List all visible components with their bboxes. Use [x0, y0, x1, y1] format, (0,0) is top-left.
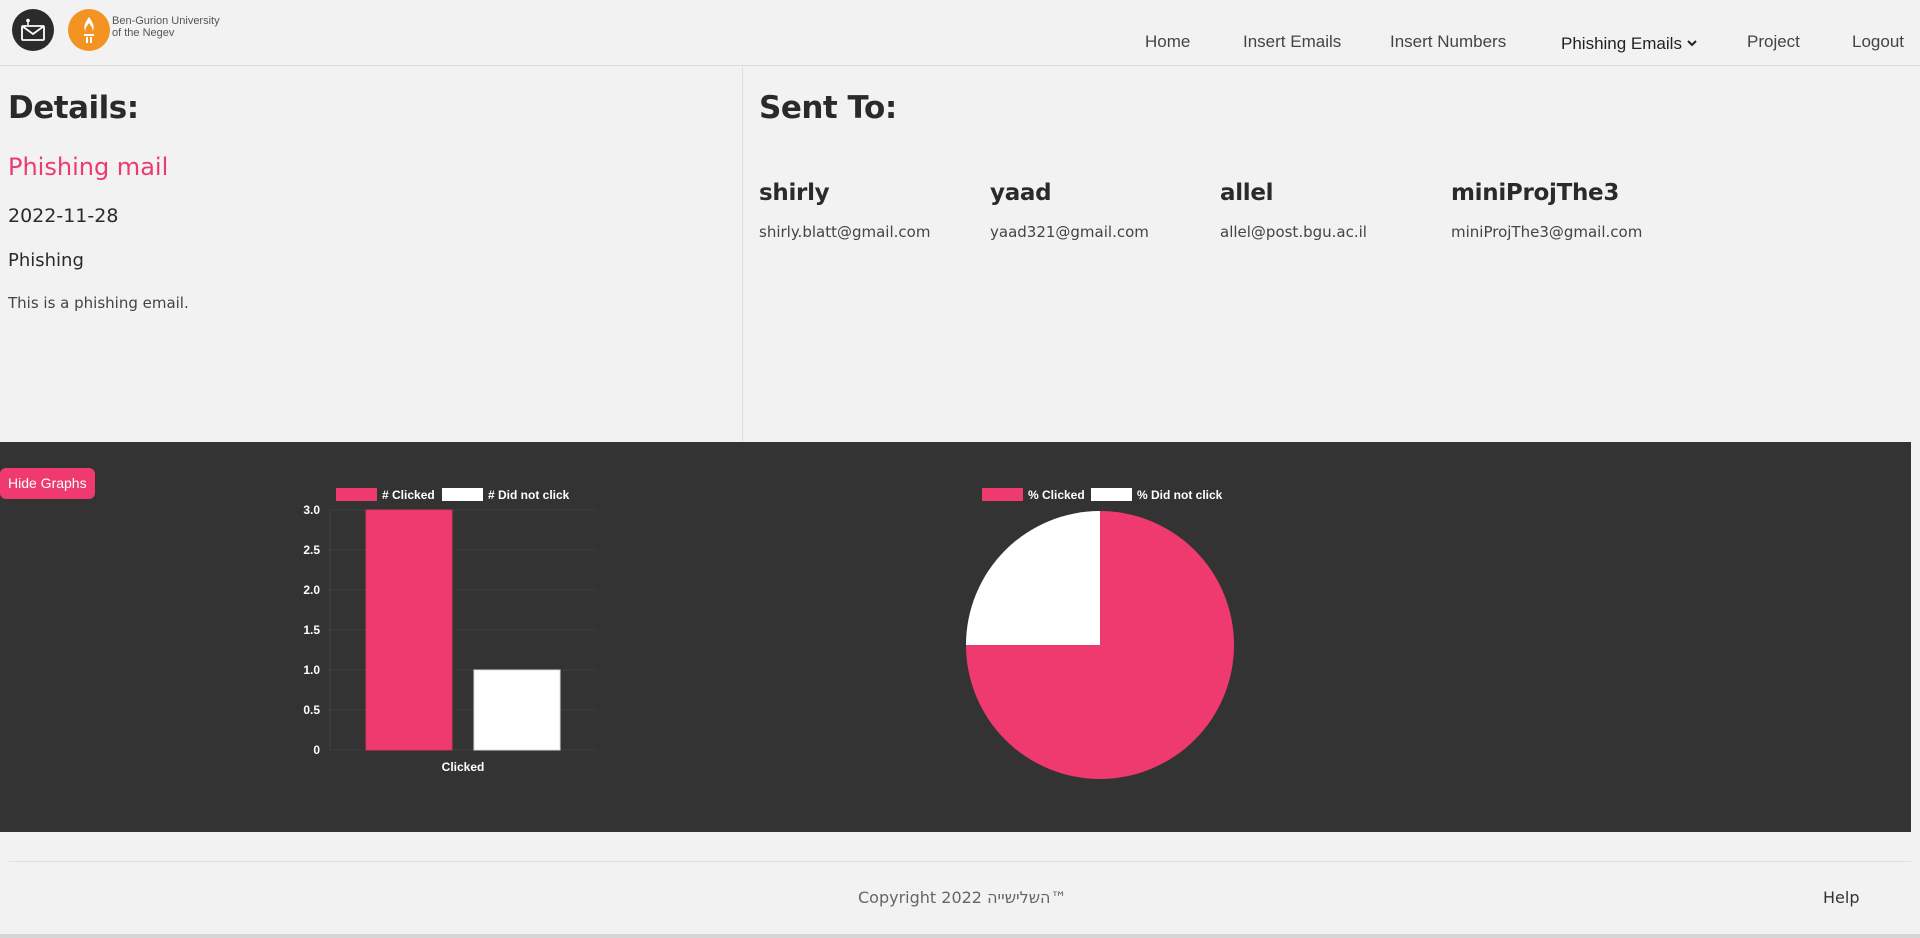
recipient-card: yaad yaad321@gmail.com [990, 180, 1210, 241]
nav-phishing-emails[interactable]: Phishing Emails [1561, 32, 1697, 54]
copyright-text: Copyright 2022 השלישייה™ [858, 888, 1067, 907]
panel-divider [742, 67, 743, 442]
footer-divider [9, 861, 1911, 862]
recipient-name: miniProjThe3 [1451, 180, 1620, 206]
mail-date: 2022-11-28 [8, 205, 119, 227]
bottom-scrollbar[interactable] [0, 934, 1920, 938]
nav-insert-emails[interactable]: Insert Emails [1243, 32, 1341, 52]
mail-type: Phishing [8, 250, 84, 271]
y-tick-label: 2.0 [303, 583, 320, 597]
recipient-email: miniProjThe3@gmail.com [1451, 223, 1643, 241]
recipient-email: allel@post.bgu.ac.il [1220, 223, 1367, 241]
top-navbar: Ben-Gurion University of the Negev Home … [0, 0, 1920, 66]
recipient-name: shirly [759, 180, 830, 206]
mail-description: This is a phishing email. [8, 294, 189, 312]
legend-label: # Did not click [488, 488, 570, 502]
y-tick-label: 1.5 [303, 623, 320, 637]
clicked-pie-chart: % Clicked % Did not click [966, 488, 1234, 779]
recipient-name: yaad [990, 180, 1052, 206]
bar-did-not-click[interactable] [473, 669, 561, 751]
y-tick-label: 0.5 [303, 703, 320, 717]
nav-home[interactable]: Home [1145, 32, 1190, 52]
pie-slice-did-not-click[interactable] [966, 511, 1100, 645]
recipient-card: allel allel@post.bgu.ac.il [1220, 180, 1440, 241]
nav-logout[interactable]: Logout [1852, 32, 1904, 52]
nav-phishing-emails-label: Phishing Emails [1561, 34, 1682, 53]
recipient-card: shirly shirly.blatt@gmail.com [759, 180, 979, 241]
x-tick-label: Clicked [442, 760, 485, 774]
clicked-bar-chart: # Clicked # Did not click 3.0 2.5 2.0 1.5 1.0 0… [303, 488, 596, 774]
legend-swatch[interactable] [982, 488, 1023, 501]
recipient-email: yaad321@gmail.com [990, 223, 1149, 241]
legend-label: % Did not click [1137, 488, 1223, 502]
y-tick-label: 0 [313, 743, 320, 757]
legend-swatch[interactable] [336, 488, 377, 501]
university-name-line1: Ben-Gurion University [112, 15, 220, 27]
legend-label: % Clicked [1028, 488, 1085, 502]
details-heading: Details: [8, 90, 139, 126]
y-tick-label: 2.5 [303, 543, 320, 557]
main-nav: Home Insert Emails Insert Numbers Phishi… [0, 32, 1920, 56]
bar-clicked[interactable] [365, 509, 453, 751]
help-link[interactable]: Help [1823, 888, 1859, 907]
hide-graphs-button[interactable]: Hide Graphs [0, 468, 95, 499]
nav-project[interactable]: Project [1747, 32, 1800, 52]
nav-insert-numbers[interactable]: Insert Numbers [1390, 32, 1506, 52]
legend-label: # Clicked [382, 488, 435, 502]
recipient-name: allel [1220, 180, 1274, 206]
sent-to-heading: Sent To: [759, 90, 897, 126]
recipient-email: shirly.blatt@gmail.com [759, 223, 931, 241]
legend-swatch[interactable] [442, 488, 483, 501]
recipient-card: miniProjThe3 miniProjThe3@gmail.com [1451, 180, 1671, 241]
chevron-down-icon [1687, 32, 1697, 52]
mail-title: Phishing mail [8, 153, 169, 181]
legend-swatch[interactable] [1091, 488, 1132, 501]
y-tick-label: 3.0 [303, 503, 320, 517]
y-tick-label: 1.0 [303, 663, 320, 677]
